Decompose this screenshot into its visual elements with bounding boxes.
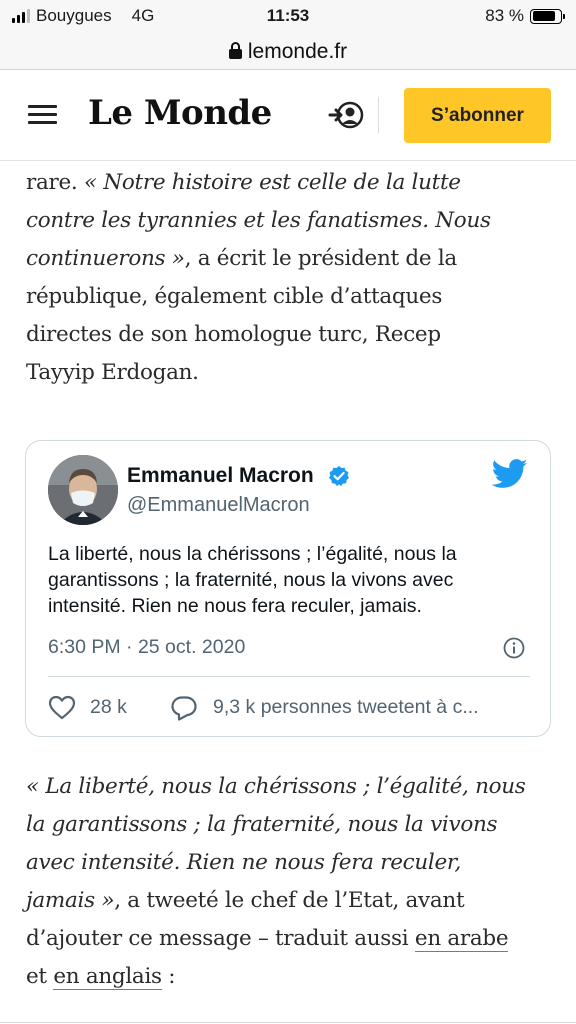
verified-badge-icon — [329, 466, 349, 486]
like-count[interactable]: 28 k — [90, 696, 127, 719]
lock-icon — [228, 42, 242, 59]
article-line: continuerons », a écrit le président de … — [26, 240, 556, 278]
text: : — [161, 964, 176, 989]
link-arabic[interactable]: en arabe — [414, 926, 509, 952]
text: république, également cible d’attaques — [26, 284, 443, 309]
quote-text: la garantissons ; la fraternité, nous la… — [26, 812, 498, 837]
site-header: Le Monde S’abonner — [0, 71, 576, 161]
article-line: rare. « Notre histoire est celle de la l… — [26, 164, 556, 202]
article-line: république, également cible d’attaques — [26, 278, 556, 316]
article-line: et en anglais : — [26, 958, 556, 996]
article-line: « La liberté, nous la chérissons ; l’éga… — [26, 768, 556, 806]
address-bar[interactable]: lemonde.fr — [0, 34, 576, 70]
article-paragraph: « La liberté, nous la chérissons ; l’éga… — [26, 768, 556, 996]
battery-icon — [530, 8, 565, 24]
text: et — [26, 964, 54, 989]
article-line: directes de son homologue turc, Recep — [26, 316, 556, 354]
tweet-timestamp[interactable]: 6:30 PM · 25 oct. 2020 — [48, 636, 245, 659]
twitter-bird-icon[interactable] — [492, 459, 528, 489]
tweet-author-name[interactable]: Emmanuel Macron — [127, 464, 314, 488]
quote-text: continuerons » — [26, 246, 185, 271]
tweet-author-handle[interactable]: @EmmanuelMacron — [127, 494, 310, 517]
header-divider — [378, 97, 379, 133]
info-icon[interactable] — [503, 637, 525, 659]
avatar[interactable] — [48, 455, 118, 525]
tweet-text-line: garantissons ; la fraternité, nous la vi… — [48, 569, 454, 591]
battery-percent: 83 % — [485, 6, 524, 25]
reply-icon[interactable] — [170, 695, 198, 721]
reply-count[interactable]: 9,3 k personnes tweetent à c... — [213, 696, 479, 719]
quote-text: « Notre histoire est celle de la lutte — [83, 170, 461, 195]
link-english[interactable]: en anglais — [53, 964, 162, 990]
embedded-tweet[interactable]: Emmanuel Macron @EmmanuelMacron La liber… — [25, 440, 551, 737]
quote-text: « La liberté, nous la chérissons ; l’éga… — [26, 774, 526, 799]
article-line: d’ajouter ce message – traduit aussi en … — [26, 920, 556, 958]
quote-text: contre les tyrannies et les fanatismes. … — [26, 208, 491, 233]
article-line: contre les tyrannies et les fanatismes. … — [26, 202, 556, 240]
url-domain[interactable]: lemonde.fr — [248, 40, 347, 64]
tweet-text-line: La liberté, nous la chérissons ; l’égali… — [48, 543, 457, 565]
text: , a tweeté le chef de l’Etat, avant — [114, 888, 465, 913]
quote-text: avec intensité. Rien ne nous fera recule… — [26, 850, 462, 875]
article-line: Tayyip Erdogan. — [26, 354, 556, 392]
text: Tayyip Erdogan. — [26, 360, 199, 385]
tweet-body: La liberté, nous la chérissons ; l’égali… — [48, 541, 538, 619]
text: rare. — [26, 170, 84, 195]
status-bar: Bouygues 4G 11:53 83 % — [0, 0, 576, 34]
text: d’ajouter ce message – traduit aussi — [26, 926, 415, 951]
battery-info: 83 % — [485, 6, 565, 26]
le-monde-logo[interactable]: Le Monde — [88, 93, 272, 133]
page-divider — [0, 1022, 576, 1023]
text: directes de son homologue turc, Recep — [26, 322, 441, 347]
tweet-text-line: intensité. Rien ne nous fera reculer, ja… — [48, 595, 422, 617]
account-icon[interactable] — [328, 99, 364, 131]
article-line: la garantissons ; la fraternité, nous la… — [26, 806, 556, 844]
subscribe-button[interactable]: S’abonner — [404, 88, 551, 143]
quote-text: jamais » — [26, 888, 115, 913]
article-line: avec intensité. Rien ne nous fera recule… — [26, 844, 556, 882]
tweet-divider — [48, 676, 530, 677]
heart-icon[interactable] — [48, 695, 76, 721]
article-line: jamais », a tweeté le chef de l’Etat, av… — [26, 882, 556, 920]
text: , a écrit le président de la — [184, 246, 458, 271]
article-paragraph: rare. « Notre histoire est celle de la l… — [26, 164, 556, 392]
hamburger-menu-icon[interactable] — [28, 105, 57, 125]
